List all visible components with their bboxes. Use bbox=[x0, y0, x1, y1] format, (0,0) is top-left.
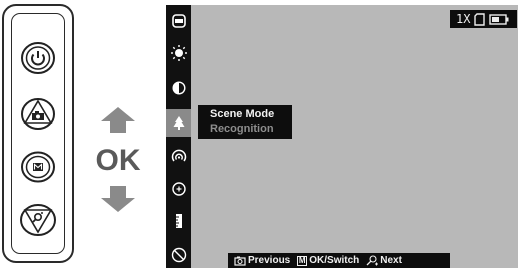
power-icon bbox=[21, 42, 55, 74]
zoom-button[interactable] bbox=[19, 202, 57, 243]
sidebar-item-compass[interactable] bbox=[167, 243, 191, 267]
crosshair-icon bbox=[172, 182, 186, 196]
hint-previous: Previous bbox=[234, 255, 290, 266]
sd-card-icon bbox=[474, 12, 486, 26]
hint-next-label: Next bbox=[380, 255, 402, 266]
sidebar-item-contrast[interactable] bbox=[167, 76, 191, 100]
battery-icon bbox=[489, 13, 509, 25]
scene-mode-value[interactable]: Recognition bbox=[210, 123, 274, 135]
tree-icon bbox=[173, 116, 184, 130]
hint-ok-switch: M OK/Switch bbox=[297, 255, 359, 266]
m-key-icon: M bbox=[297, 255, 308, 266]
menu-button[interactable] bbox=[20, 150, 56, 189]
camera-icon bbox=[21, 98, 55, 130]
sidebar-item-display[interactable] bbox=[167, 9, 191, 33]
status-bar: 1X bbox=[450, 10, 517, 28]
sidebar-item-reticle[interactable] bbox=[167, 177, 191, 201]
menu-sidebar bbox=[166, 5, 191, 268]
rectangle-icon bbox=[172, 14, 186, 28]
camera-button[interactable] bbox=[20, 96, 56, 137]
scene-mode-popup: Scene Mode Recognition bbox=[198, 105, 292, 139]
hint-ok-label: OK/Switch bbox=[309, 255, 360, 266]
arrow-down-icon bbox=[101, 186, 135, 212]
arrow-up-icon bbox=[101, 107, 135, 133]
compass-icon bbox=[171, 247, 187, 263]
ok-label: OK bbox=[95, 144, 141, 177]
camera-icon bbox=[234, 256, 246, 266]
contrast-icon bbox=[172, 81, 186, 95]
brightness-icon bbox=[171, 45, 187, 61]
hint-next: Next bbox=[366, 255, 402, 266]
m-icon bbox=[21, 151, 55, 183]
remote-control bbox=[2, 4, 74, 263]
zoom-icon bbox=[366, 255, 379, 266]
hint-bar: Previous M OK/Switch Next bbox=[228, 253, 450, 268]
device-screen: Scene Mode Recognition 1X Previous M OK/… bbox=[166, 5, 518, 268]
power-button[interactable] bbox=[20, 40, 56, 81]
sidebar-item-hotspot[interactable] bbox=[167, 145, 191, 169]
hint-previous-label: Previous bbox=[248, 255, 291, 266]
zoom-icon bbox=[20, 204, 56, 236]
sidebar-item-rangefinder[interactable] bbox=[167, 209, 191, 233]
sidebar-item-brightness[interactable] bbox=[167, 41, 191, 65]
scene-mode-title: Scene Mode bbox=[210, 108, 275, 120]
sidebar-item-scene-mode[interactable] bbox=[166, 109, 191, 137]
ruler-icon bbox=[176, 214, 182, 228]
zoom-level: 1X bbox=[456, 12, 471, 26]
signal-icon bbox=[171, 149, 187, 162]
